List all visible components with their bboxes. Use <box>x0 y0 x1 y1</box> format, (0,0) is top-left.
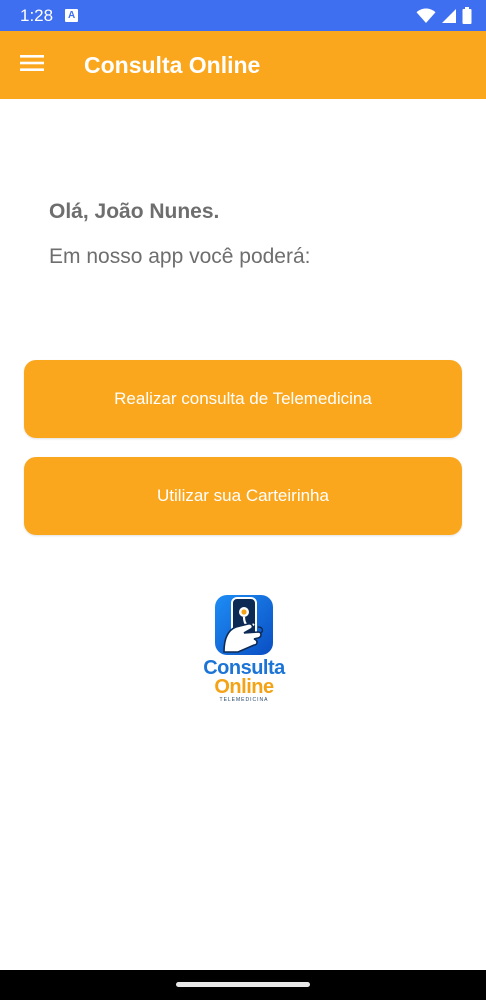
battery-icon <box>462 7 472 24</box>
logo-text-consulta: Consulta <box>203 657 285 679</box>
app-title: Consulta Online <box>84 51 261 78</box>
signal-icon <box>441 8 457 24</box>
greeting-text: Olá, João Nunes. <box>49 200 220 223</box>
consulta-online-logo: Consulta Online TELEMEDICINA <box>199 594 289 703</box>
status-time: 1:28 <box>20 5 54 25</box>
wifi-icon <box>416 7 436 24</box>
home-gesture-handle[interactable] <box>176 982 310 987</box>
status-icons <box>416 7 472 24</box>
phone-stethoscope-logo-icon <box>215 595 273 655</box>
telemedicine-consult-button[interactable]: Realizar consulta de Telemedicina <box>24 360 462 438</box>
logo-text-online: Online <box>214 676 274 698</box>
app-bar: Consulta Online <box>0 31 486 99</box>
logo-text-telemedicina: TELEMEDICINA <box>219 697 269 703</box>
notification-app-icon: A <box>65 9 79 22</box>
status-bar: 1:28 A <box>0 0 486 31</box>
subtitle-text: Em nosso app você poderá: <box>49 245 311 268</box>
hamburger-menu-icon <box>20 54 44 77</box>
screen: 1:28 A Consulta Online Olá, João Nunes. … <box>0 0 486 1000</box>
menu-button[interactable] <box>0 31 64 99</box>
use-card-button[interactable]: Utilizar sua Carteirinha <box>24 457 462 535</box>
system-nav-bar <box>0 970 486 1000</box>
